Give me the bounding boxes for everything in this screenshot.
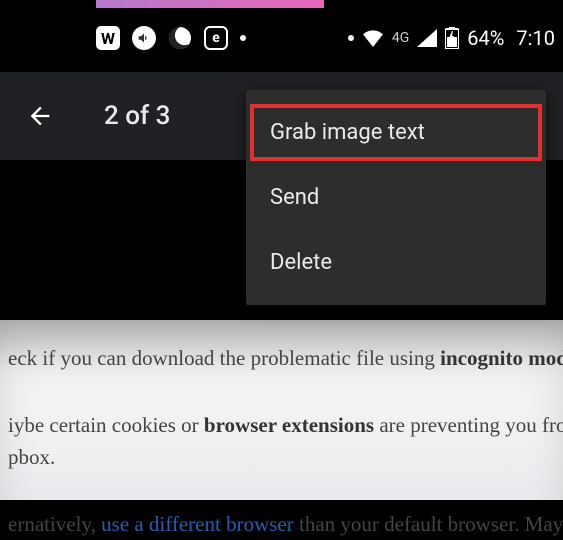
back-button[interactable]: [24, 100, 56, 132]
status-bar: W e 4G 64% 7:10: [0, 24, 563, 52]
screenshot-text-line: pbox.: [8, 441, 555, 474]
menu-item-send[interactable]: Send: [246, 165, 546, 230]
signal-icon: [417, 29, 437, 47]
moon-icon: [168, 26, 192, 50]
overflow-dot-icon: [348, 35, 354, 41]
image-viewer-content[interactable]: eck if you can download the problematic …: [0, 320, 563, 500]
speaker-icon: [132, 26, 156, 50]
screenshot-text-line: iybe certain cookies or browser extensio…: [8, 409, 555, 442]
status-left-group: W e: [96, 26, 246, 50]
status-time: 7:10: [516, 26, 555, 50]
battery-icon: [445, 27, 459, 49]
status-right-group: 4G 64% 7:10: [348, 26, 555, 50]
menu-item-grab-image-text[interactable]: Grab image text: [246, 100, 546, 165]
screenshot-text-line: eck if you can download the problematic …: [8, 342, 555, 375]
app-w-icon: W: [96, 26, 120, 50]
menu-item-delete[interactable]: Delete: [246, 230, 546, 295]
context-menu: Grab image text Send Delete: [246, 90, 546, 305]
battery-percent: 64%: [467, 26, 504, 50]
overflow-dot-icon: [240, 35, 246, 41]
top-accent-bar: [96, 0, 324, 8]
network-type-label: 4G: [392, 30, 409, 46]
back-arrow-icon: [26, 102, 54, 130]
screenshot-text-line: ernatively, use a different browser than…: [8, 508, 555, 540]
wifi-icon: [362, 29, 384, 47]
app-e-icon: e: [204, 26, 228, 50]
page-position: 2 of 3: [104, 101, 170, 131]
